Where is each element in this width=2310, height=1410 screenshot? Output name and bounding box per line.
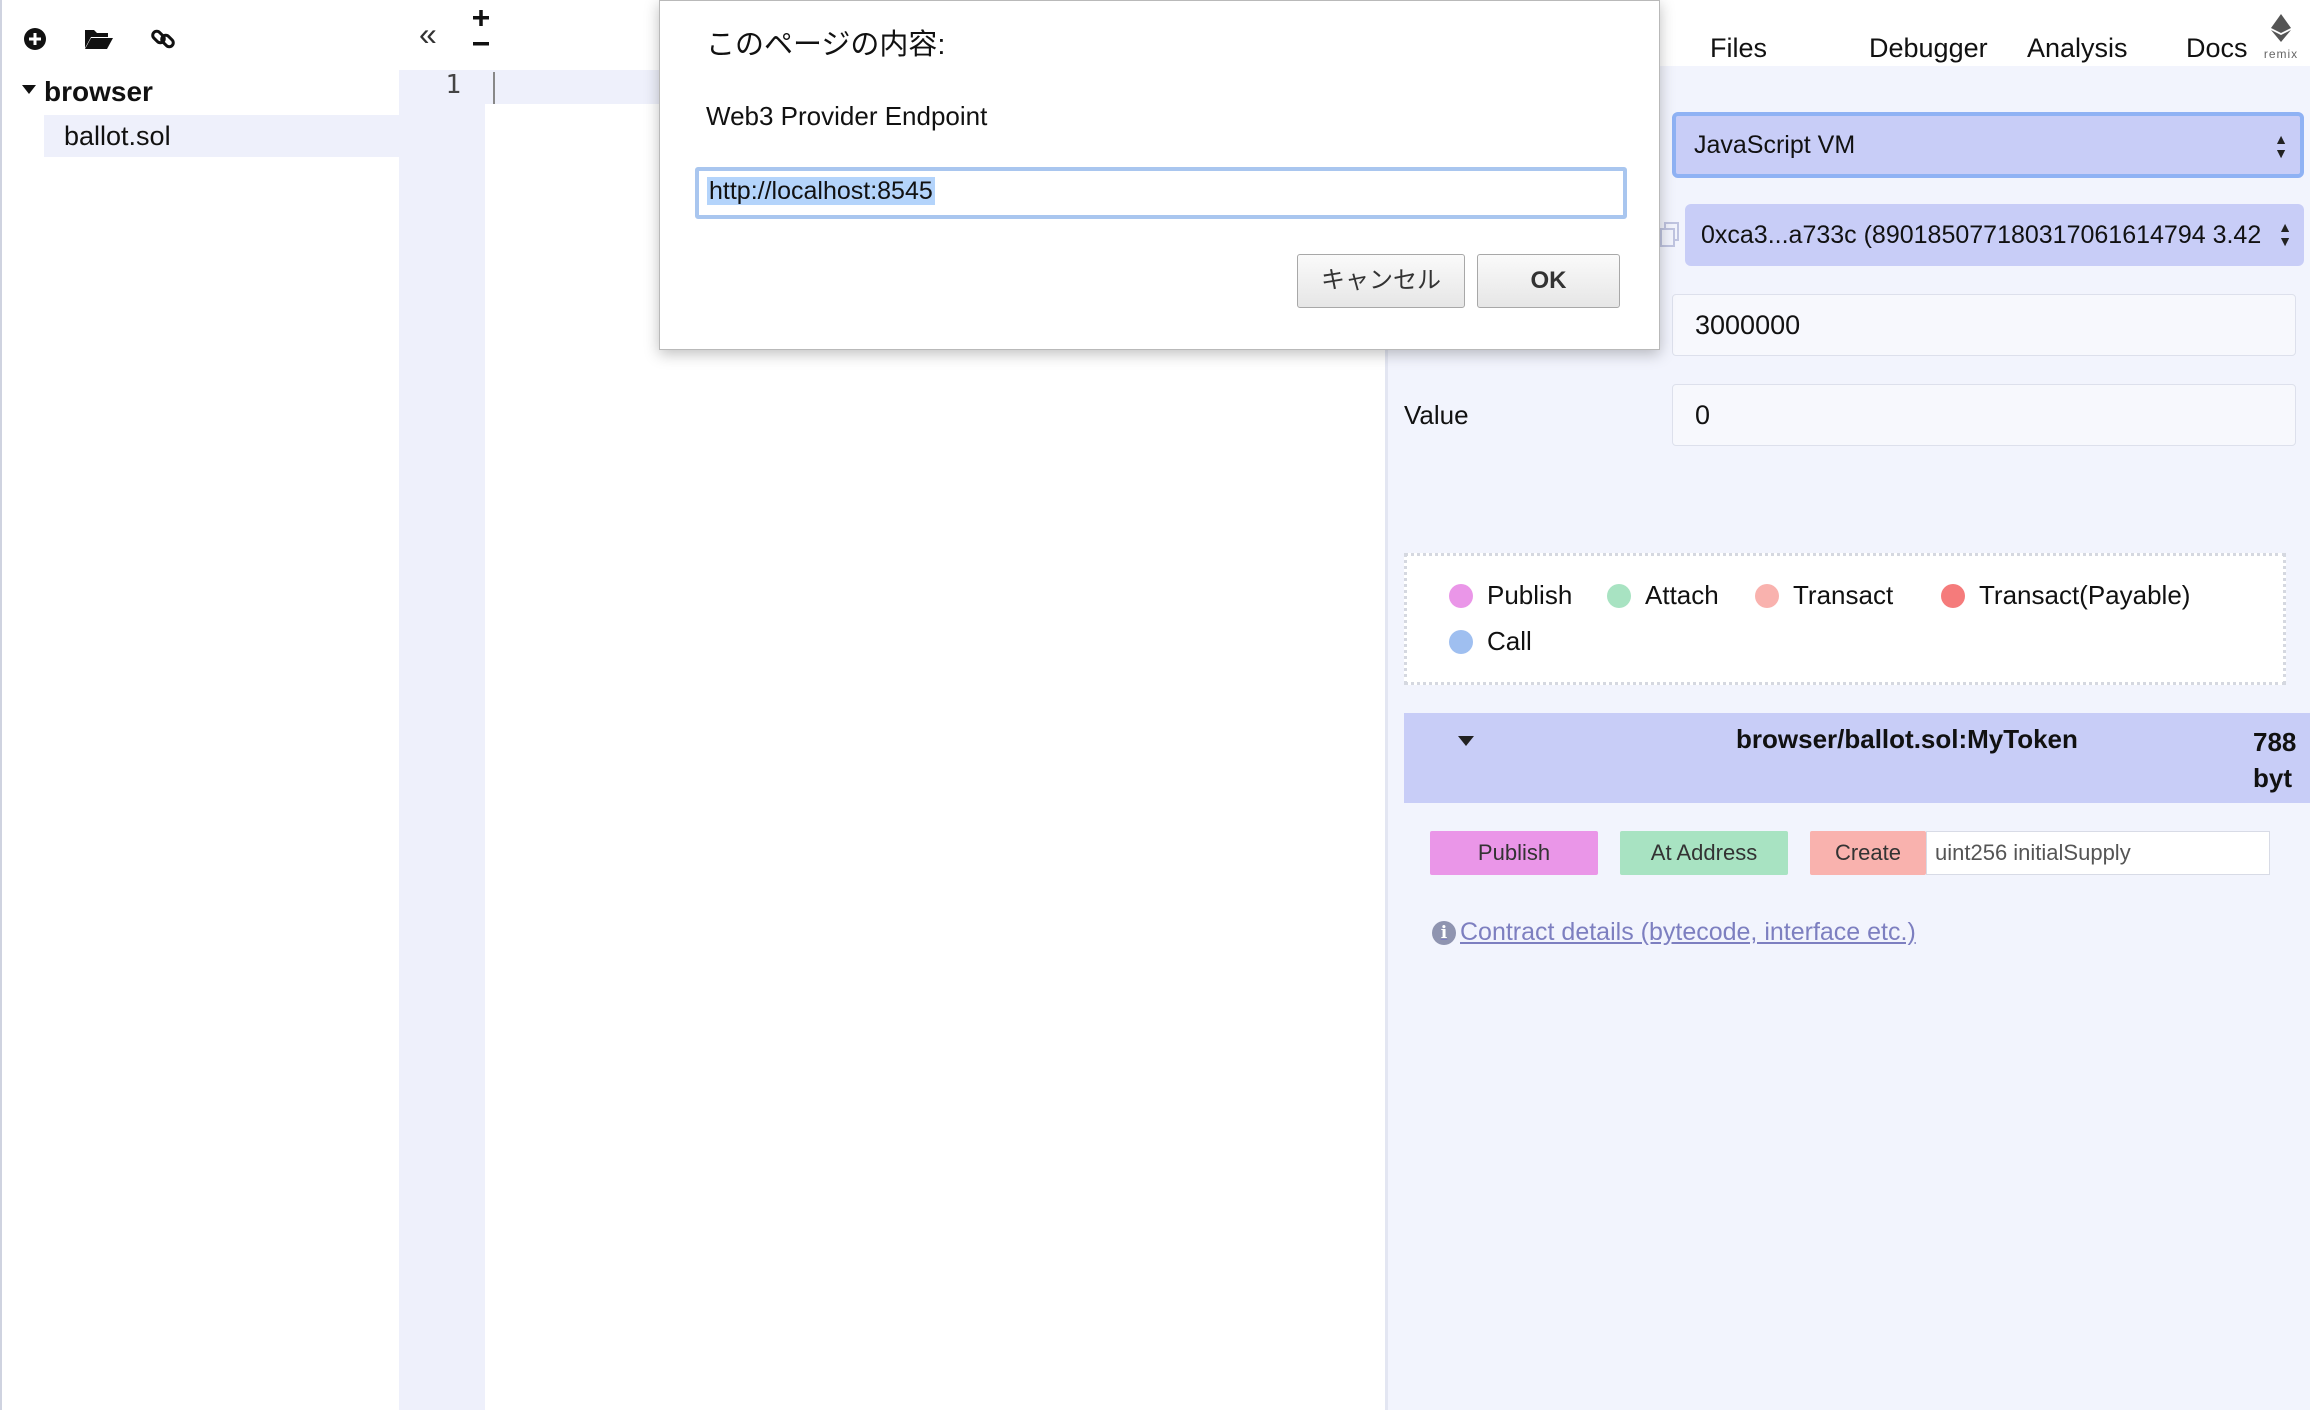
environment-select[interactable]: JavaScript VM ▲ ▼ — [1672, 112, 2304, 178]
editor-gutter: 1 — [399, 70, 485, 1410]
legend-label: Publish — [1487, 580, 1573, 610]
logo-text: remix — [2263, 47, 2299, 61]
at-address-button[interactable]: At Address — [1620, 831, 1788, 875]
remix-logo: remix — [2259, 14, 2303, 61]
create-args-input[interactable]: uint256 initialSupply — [1926, 831, 2270, 875]
plus-minus-icon — [473, 10, 489, 46]
link-icon — [151, 29, 175, 49]
cancel-button[interactable]: キャンセル — [1297, 254, 1465, 308]
contract-details-label: Contract details (bytecode, interface et… — [1460, 918, 1916, 946]
line-number: 1 — [445, 70, 461, 100]
file-ballot-sol[interactable]: ballot.sol — [44, 115, 400, 157]
caret-down-icon[interactable] — [1458, 736, 1474, 746]
info-icon: i — [1432, 920, 1456, 945]
legend-call: Call — [1449, 626, 1532, 657]
legend-dot — [1607, 583, 1631, 608]
collapse-left-button[interactable]: « — [419, 16, 437, 53]
select-arrows-icon: ▲ ▼ — [2274, 131, 2288, 161]
legend-label: Transact(Payable) — [1979, 580, 2191, 610]
tab-files[interactable]: Files — [1710, 33, 1767, 64]
endpoint-value: http://localhost:8545 — [707, 177, 935, 205]
caret-down-icon — [22, 84, 36, 94]
account-value: 0xca3...a733c (890185077180317061614794 … — [1701, 221, 2262, 249]
contract-size-line2: byt — [2253, 763, 2292, 793]
legend-dot — [1449, 583, 1473, 608]
legend-transact-payable: Transact(Payable) — [1941, 580, 2190, 611]
contract-header: browser/ballot.sol:MyToken 788 byt — [1404, 713, 2310, 803]
tab-debugger[interactable]: Debugger — [1869, 33, 1988, 64]
plus-circle-icon — [24, 28, 46, 50]
contract-name: browser/ballot.sol:MyToken — [1736, 724, 2078, 754]
contract-details-link[interactable]: i Contract details (bytecode, interface … — [1432, 918, 1916, 947]
gas-limit-input[interactable]: 3000000 — [1672, 294, 2296, 356]
file-toolbar — [20, 18, 178, 60]
folder-browser[interactable]: browser — [22, 76, 153, 108]
text-cursor — [493, 72, 495, 104]
ok-button[interactable]: OK — [1477, 254, 1620, 308]
tab-docs[interactable]: Docs — [2186, 33, 2248, 64]
dialog-title: このページの内容: — [706, 29, 946, 61]
contract-size: 788 byt — [2253, 724, 2296, 796]
legend-label: Call — [1487, 626, 1532, 656]
environment-value: JavaScript VM — [1694, 131, 1856, 159]
legend-publish: Publish — [1449, 580, 1572, 611]
copy-icon[interactable] — [1660, 222, 1680, 248]
create-file-button[interactable] — [20, 24, 50, 54]
value-label: Value — [1404, 400, 1469, 430]
tab-analysis[interactable]: Analysis — [2027, 33, 2128, 64]
legend-label: Transact — [1793, 580, 1894, 610]
folder-open-icon — [85, 30, 113, 49]
zoom-buttons[interactable] — [469, 8, 493, 57]
folder-label: browser — [44, 76, 153, 107]
ethereum-icon — [2271, 14, 2291, 42]
endpoint-input[interactable]: http://localhost:8545 — [695, 167, 1627, 219]
create-button[interactable]: Create — [1810, 831, 1926, 875]
legend-dot — [1941, 583, 1965, 608]
legend-label: Attach — [1645, 580, 1719, 610]
transaction-legend: Publish Attach Transact Transact(Payable… — [1404, 553, 2286, 685]
publish-button[interactable]: Publish — [1430, 831, 1598, 875]
open-folder-button[interactable] — [84, 24, 114, 54]
legend-dot — [1449, 629, 1473, 654]
select-arrows-icon: ▲ ▼ — [2278, 219, 2292, 249]
legend-dot — [1755, 583, 1779, 608]
legend-attach: Attach — [1607, 580, 1719, 611]
value-input[interactable]: 0 — [1672, 384, 2296, 446]
contract-size-line1: 788 — [2253, 727, 2297, 757]
file-explorer: browser ballot.sol — [0, 0, 400, 1410]
account-select[interactable]: 0xca3...a733c (890185077180317061614794 … — [1685, 204, 2304, 266]
connect-localhost-button[interactable] — [148, 24, 178, 54]
legend-transact: Transact — [1755, 580, 1893, 611]
prompt-dialog: このページの内容: Web3 Provider Endpoint http://… — [659, 0, 1660, 350]
dialog-message: Web3 Provider Endpoint — [706, 101, 988, 131]
